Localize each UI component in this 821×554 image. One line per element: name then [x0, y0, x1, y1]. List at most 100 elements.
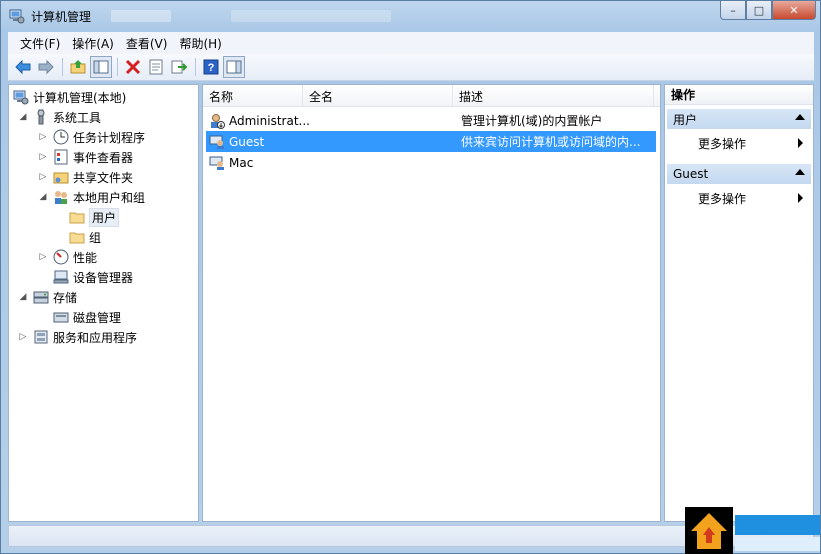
tree-item-system-tools[interactable]: ◢ 系统工具 — [17, 107, 101, 127]
tree-item-disk-management[interactable]: 磁盘管理 — [53, 307, 121, 327]
performance-icon — [53, 249, 69, 265]
svg-text:?: ? — [208, 62, 215, 74]
show-hide-tree-button[interactable] — [90, 56, 112, 78]
tree-item-label: 组 — [89, 230, 102, 245]
computer-manage-icon — [13, 90, 29, 105]
tree-item-users[interactable]: 用户 — [69, 207, 120, 227]
tree-item-label: 用户 — [89, 207, 120, 227]
tree-item-groups[interactable]: 组 — [69, 227, 101, 247]
tree-item-services-applications[interactable]: ▷ 服务和应用程序 — [17, 327, 137, 347]
menu-action[interactable]: 操作(A) — [66, 35, 120, 52]
expand-toggle-icon[interactable]: ▷ — [37, 151, 49, 163]
up-folder-icon — [70, 60, 86, 74]
tree-item-shared-folders[interactable]: ▷ 共享文件夹 — [37, 167, 133, 187]
list-item-guest[interactable]: Guest 供来宾访问计算机或访问域的内... — [206, 131, 656, 152]
toolbar-separator — [117, 58, 118, 76]
properties-icon — [149, 59, 163, 75]
delete-icon — [125, 59, 141, 75]
watermark-logo — [685, 507, 820, 554]
menu-file[interactable]: 文件(F) — [14, 35, 66, 52]
tree-item-label: 共享文件夹 — [73, 170, 134, 185]
disk-management-icon — [53, 312, 69, 323]
tree-item-storage[interactable]: ◢ 存储 — [17, 287, 77, 307]
user-description: 供来宾访问计算机或访问域的内... — [461, 135, 641, 149]
action-pane: 操作 用户 更多操作 Guest 更多操作 — [664, 84, 814, 522]
back-button[interactable] — [12, 56, 34, 78]
close-button[interactable]: ✕ — [772, 1, 816, 20]
toolbar-separator — [195, 58, 196, 76]
title-decoration — [231, 10, 391, 22]
storage-icon — [33, 291, 49, 304]
menu-bar: 文件(F) 操作(A) 查看(V) 帮助(H) — [8, 32, 814, 54]
user-name: Guest — [229, 134, 265, 149]
expand-toggle-icon[interactable]: ▷ — [37, 131, 49, 143]
tree-item-label: 本地用户和组 — [73, 190, 146, 205]
up-folder-button[interactable] — [67, 56, 89, 78]
tree-item-computer-management[interactable]: 计算机管理(本地) — [13, 87, 126, 107]
maximize-button[interactable]: □ — [746, 1, 772, 20]
toolbar: ? — [8, 54, 814, 81]
menu-view[interactable]: 查看(V) — [120, 35, 174, 52]
title-bar[interactable]: 计算机管理 – □ ✕ — [1, 1, 820, 31]
delete-button[interactable] — [122, 56, 144, 78]
tree-item-label: 系统工具 — [53, 110, 102, 125]
tree-item-label: 存储 — [53, 290, 78, 305]
admin-user-icon — [211, 113, 225, 129]
system-tools-icon — [37, 109, 45, 125]
column-header-fullname[interactable]: 全名 — [303, 85, 453, 107]
action-label: 更多操作 — [698, 191, 747, 206]
forward-arrow-icon — [38, 59, 54, 75]
action-section-guest[interactable]: Guest — [667, 164, 811, 184]
export-button[interactable] — [168, 56, 190, 78]
help-icon: ? — [203, 59, 219, 75]
services-icon — [34, 330, 48, 344]
tree-item-event-viewer[interactable]: ▷ 事件查看器 — [37, 147, 133, 167]
collapse-toggle-icon[interactable]: ◢ — [17, 291, 29, 303]
title-decoration — [111, 10, 171, 22]
expand-toggle-icon[interactable]: ▷ — [37, 171, 49, 183]
help-button[interactable]: ? — [200, 56, 222, 78]
back-arrow-icon — [15, 59, 31, 75]
action-section-users[interactable]: 用户 — [667, 109, 811, 129]
folder-icon — [69, 212, 85, 224]
collapse-toggle-icon[interactable]: ◢ — [37, 191, 49, 203]
folder-icon — [69, 232, 85, 244]
submenu-arrow-icon — [798, 138, 803, 148]
submenu-arrow-icon — [798, 193, 803, 203]
column-header-description[interactable]: 描述 — [453, 85, 654, 107]
properties-button[interactable] — [145, 56, 167, 78]
action-label: 更多操作 — [698, 136, 747, 151]
list-item-administrator[interactable]: Administrat... 管理计算机(域)的内置帐户 — [206, 110, 656, 131]
console-tree[interactable]: 计算机管理(本地) ◢ 系统工具 ▷ 任务计划程序 ▷ 事件查看器 ▷ 共享文件… — [8, 84, 199, 522]
window-frame: 计算机管理 – □ ✕ 文件(F) 操作(A) 查看(V) 帮助(H) ? 计算… — [0, 0, 821, 554]
computer-manage-icon — [9, 9, 25, 24]
expand-toggle-icon[interactable]: ▷ — [37, 251, 49, 263]
tree-item-device-manager[interactable]: 设备管理器 — [53, 267, 133, 287]
forward-button[interactable] — [35, 56, 57, 78]
results-list[interactable]: 名称 全名 描述 Administrat... 管理计算机(域)的内置帐户 Gu… — [202, 84, 661, 522]
menu-help[interactable]: 帮助(H) — [173, 35, 227, 52]
tree-item-task-scheduler[interactable]: ▷ 任务计划程序 — [37, 127, 145, 147]
user-icon — [209, 156, 224, 170]
action-pane-title: 操作 — [665, 85, 813, 105]
shared-folder-icon — [53, 172, 69, 184]
column-header-name[interactable]: 名称 — [203, 85, 303, 107]
collapse-arrow-icon[interactable] — [795, 169, 805, 175]
collapse-toggle-icon[interactable]: ◢ — [17, 111, 29, 123]
list-item-mac[interactable]: Mac — [206, 152, 656, 173]
expand-toggle-icon[interactable]: ▷ — [17, 331, 29, 343]
tree-item-label: 性能 — [73, 250, 98, 265]
toolbar-separator — [62, 58, 63, 76]
collapse-arrow-icon[interactable] — [795, 114, 805, 120]
section-label: Guest — [673, 167, 709, 181]
more-actions-guest[interactable]: 更多操作 — [667, 187, 811, 209]
users-group-icon — [55, 191, 67, 204]
minimize-button[interactable]: – — [720, 1, 746, 20]
tree-item-local-users-groups[interactable]: ◢ 本地用户和组 — [37, 187, 145, 207]
tree-item-label: 磁盘管理 — [73, 310, 122, 325]
tree-item-label: 服务和应用程序 — [53, 330, 138, 345]
more-actions-users[interactable]: 更多操作 — [667, 132, 811, 154]
show-hide-action-pane-button[interactable] — [223, 56, 245, 78]
user-name: Administrat... — [229, 113, 309, 128]
tree-item-performance[interactable]: ▷ 性能 — [37, 247, 97, 267]
